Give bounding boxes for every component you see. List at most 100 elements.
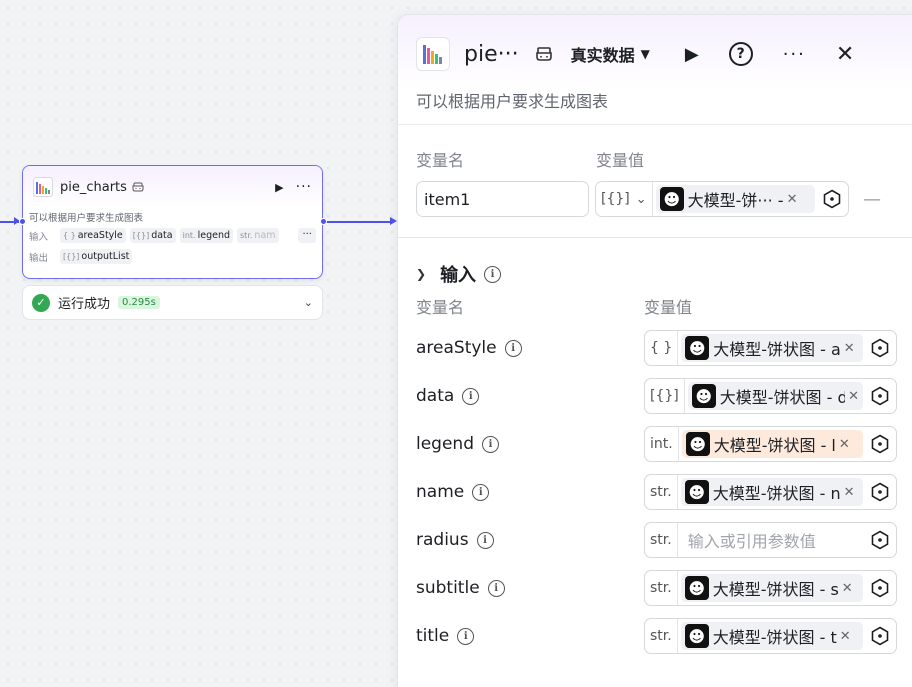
value-placeholder[interactable]: 输入或引用参数值 — [678, 528, 866, 552]
node-input-chip: { } areaStyle — [60, 228, 126, 243]
chevron-down-icon[interactable]: ⌄ — [304, 296, 313, 309]
input-name: radius i — [416, 530, 644, 550]
run-status-bar[interactable]: ✓ 运行成功 0.295s ⌄ — [22, 285, 323, 320]
help-icon[interactable]: ? — [728, 42, 753, 66]
info-icon[interactable]: i — [476, 531, 494, 549]
input-value-field[interactable]: [{}] ☻ 大模型-饼状图 - d ✕ — [644, 378, 897, 414]
variable-reference-icon[interactable] — [870, 338, 890, 358]
node-inputs-row: 输入 { } areaStyle [{}] data int. legend str.… — [23, 225, 322, 246]
node-config-panel: pie··· 真实数据 ▼ ▶ ? ··· ✕ 可以根据用户要求生成图表 变量名… — [397, 14, 912, 687]
info-icon[interactable]: i — [462, 387, 480, 405]
column-headers: 变量名 变量值 — [416, 294, 903, 318]
node-more-button[interactable]: ··· — [296, 179, 312, 195]
input-value-field[interactable]: str. ☻ 大模型-饼状图 - s ✕ — [644, 570, 897, 606]
llm-node-icon: ☻ — [684, 576, 709, 600]
status-text: 运行成功 — [58, 297, 111, 312]
node-input-port[interactable] — [19, 218, 26, 225]
info-icon[interactable]: i — [487, 579, 505, 597]
llm-node-icon: ☻ — [684, 624, 709, 648]
column-var-name: 变量名 — [416, 151, 465, 170]
input-row-areastyle: areaStyle i{ } ☻ 大模型-饼状图 - a ✕ — [416, 324, 903, 372]
variable-reference-icon[interactable] — [870, 482, 890, 502]
column-headers: 变量名 变量值 — [416, 147, 903, 171]
chevron-down-icon[interactable]: ❯ — [416, 267, 426, 281]
clear-icon[interactable]: ✕ — [839, 437, 850, 452]
clear-icon[interactable]: ✕ — [840, 629, 851, 644]
variable-name-input[interactable]: item1 — [416, 181, 589, 217]
input-value-field[interactable]: { } ☻ 大模型-饼状图 - a ✕ — [644, 330, 897, 366]
info-icon[interactable]: i — [472, 483, 490, 501]
reference-chip[interactable]: ☻ 大模型-饼状图 - a ✕ — [681, 334, 863, 362]
caret-down-icon[interactable]: ▼ — [641, 47, 650, 61]
more-icon[interactable]: ··· — [783, 44, 806, 65]
info-icon[interactable]: i — [484, 265, 502, 283]
info-icon[interactable]: i — [482, 435, 499, 453]
reference-chip[interactable]: ☻ 大模型-饼状图 - n ✕ — [680, 478, 863, 506]
type-tag: str. — [645, 619, 678, 653]
variable-reference-icon[interactable] — [870, 626, 890, 646]
clear-icon[interactable]: ✕ — [842, 581, 853, 596]
info-icon[interactable]: i — [504, 339, 522, 357]
type-tag: str. — [645, 475, 678, 509]
data-mode-select[interactable]: 真实数据 — [571, 42, 635, 66]
input-row-legend: legend i int. ☻ 大模型-饼状图 - l ✕ — [416, 420, 903, 468]
bar-chart-logo-icon — [416, 37, 450, 71]
outgoing-edge-arrow — [390, 217, 397, 225]
panel-title: pie··· — [464, 41, 519, 67]
reference-chip[interactable]: ☻ 大模型-饼状图 - s ✕ — [680, 574, 863, 602]
close-icon[interactable]: ✕ — [836, 42, 854, 67]
info-icon[interactable]: i — [457, 627, 475, 645]
input-row-subtitle: subtitle i str. ☻ 大模型-饼状图 - s ✕ — [416, 564, 903, 612]
variable-value-field[interactable]: [{}] ⌄ ☻ 大模型-饼··· - ✕ — [595, 181, 849, 217]
node-input-chip: [{}] data — [129, 228, 176, 243]
input-row-title: title i str. ☻ 大模型-饼状图 - t ✕ — [416, 612, 903, 660]
workflow-node-pie-charts[interactable]: pie_charts ▶ ··· 可以根据用户要求生成图表 输入 { } area… — [22, 165, 323, 279]
variable-reference-icon[interactable] — [822, 189, 842, 209]
column-var-value: 变量值 — [596, 151, 645, 170]
input-section-title: 输入 — [440, 265, 477, 286]
input-rows: areaStyle i{ } ☻ 大模型-饼状图 - a ✕ data i[{}] ☻ 大模型-… — [416, 324, 903, 660]
panel-header: pie··· 真实数据 ▼ ▶ ? ··· ✕ 可以根据用户要求生成图表 — [398, 15, 912, 125]
llm-node-icon: ☻ — [685, 336, 710, 360]
input-section: ❯ 输入 i 变量名 变量值 areaStyle i{ } ☻ 大模型-饼状图 - a… — [398, 238, 912, 660]
llm-node-icon: ☻ — [691, 384, 716, 408]
status-time-badge: 0.295s — [118, 296, 160, 309]
input-value-field[interactable]: str. ☻ 大模型-饼状图 - t ✕ — [644, 618, 897, 654]
input-name: name i — [416, 482, 644, 502]
llm-node-icon: ☻ — [684, 480, 709, 504]
node-input-chip: str. nam — [237, 228, 279, 243]
run-button[interactable]: ▶ — [685, 44, 699, 65]
input-name: legend i — [416, 434, 644, 454]
llm-node-icon: ☻ — [659, 187, 684, 211]
input-value-field[interactable]: int. ☻ 大模型-饼状图 - l ✕ — [644, 426, 897, 462]
clear-icon[interactable]: ✕ — [848, 389, 859, 404]
reference-chip[interactable]: ☻ 大模型-饼状图 - l ✕ — [681, 430, 863, 458]
node-output-port[interactable] — [320, 218, 327, 225]
variable-reference-icon[interactable] — [870, 386, 890, 406]
plugin-icon — [132, 182, 144, 192]
clear-icon[interactable]: ✕ — [844, 485, 855, 500]
reference-chip[interactable]: ☻ 大模型-饼状图 - t ✕ — [680, 622, 863, 650]
reference-chip[interactable]: ☻ 大模型-饼状图 - d ✕ — [687, 382, 863, 410]
column-var-name: 变量名 — [416, 298, 465, 317]
type-tag: int. — [645, 427, 679, 461]
panel-description: 可以根据用户要求生成图表 — [416, 92, 609, 111]
variable-reference-icon[interactable] — [870, 578, 890, 598]
remove-variable-button[interactable]: — — [863, 189, 881, 210]
variable-reference-icon[interactable] — [870, 530, 890, 550]
type-tag: { } — [645, 331, 679, 365]
variable-reference-icon[interactable] — [870, 434, 890, 454]
type-tag: str. — [645, 523, 678, 557]
clear-icon[interactable]: ✕ — [844, 341, 855, 356]
input-value-field[interactable]: str. 输入或引用参数值 — [644, 522, 897, 558]
node-title: pie_charts — [60, 179, 127, 195]
type-select[interactable]: [{}] ⌄ — [596, 182, 653, 216]
plugin-icon — [535, 47, 552, 61]
column-var-value: 变量值 — [644, 298, 693, 317]
input-value-field[interactable]: str. ☻ 大模型-饼状图 - n ✕ — [644, 474, 897, 510]
node-run-button[interactable]: ▶ — [275, 181, 283, 194]
clear-icon[interactable]: ✕ — [787, 192, 798, 207]
reference-chip[interactable]: ☻ 大模型-饼··· - ✕ — [655, 185, 815, 213]
input-row-radius: radius i str. 输入或引用参数值 — [416, 516, 903, 564]
node-inputs-more[interactable]: ··· — [298, 228, 316, 243]
